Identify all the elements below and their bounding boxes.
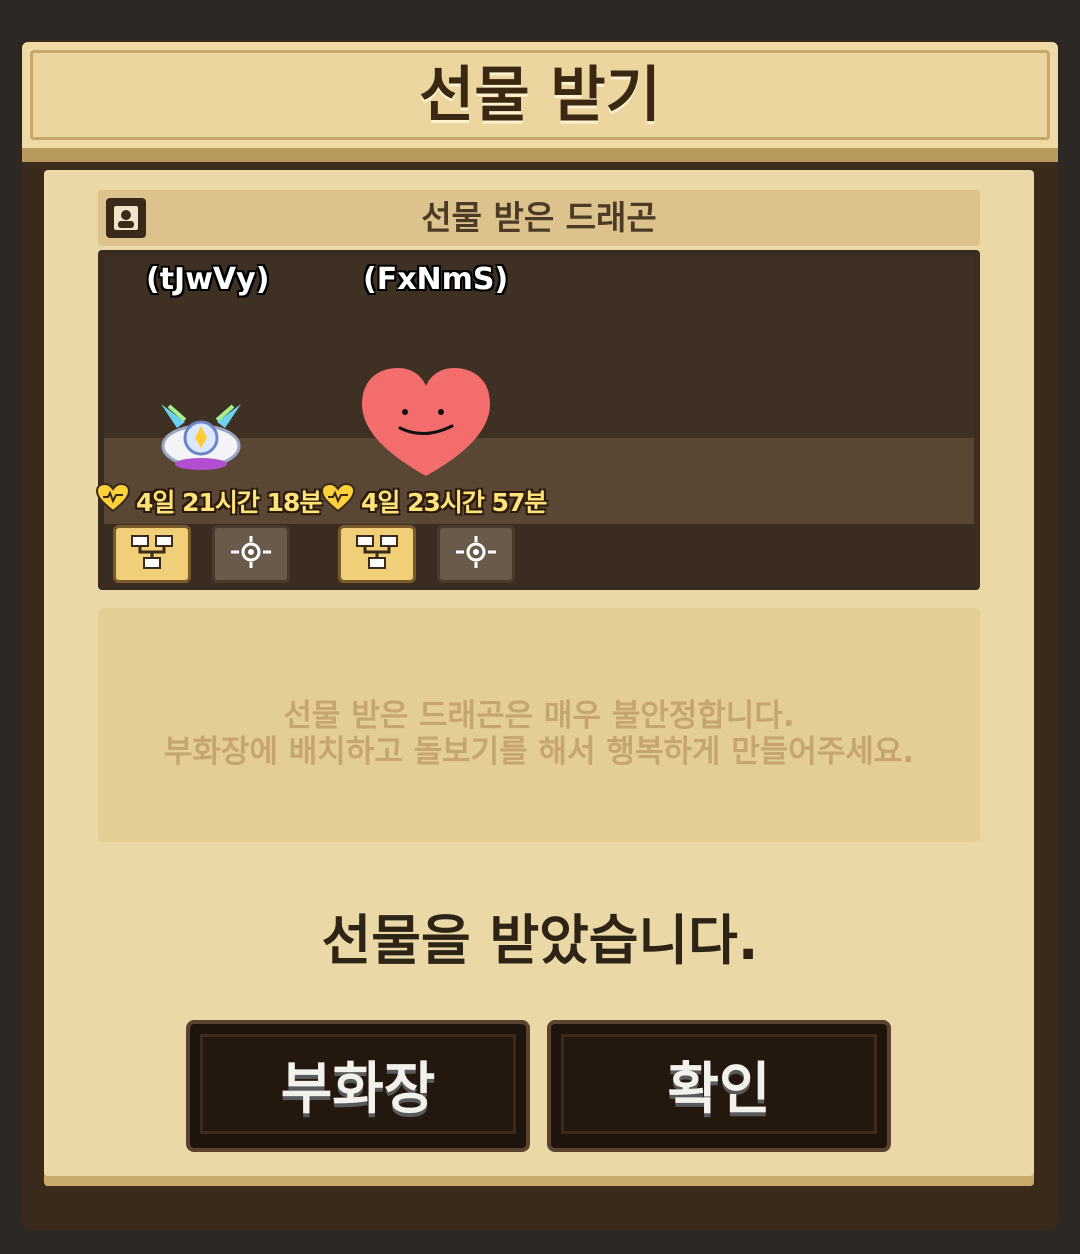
target-icon <box>454 534 498 574</box>
dragon-timer-2-text: 4일 23시간 57분 <box>361 488 547 517</box>
dragon-sprite-1[interactable] <box>155 398 247 478</box>
section-title: 선물 받은 드래곤 <box>421 198 657 237</box>
message-line-2: 부화장에 배치하고 돌보기를 해서 행복하게 만들어주세요. <box>163 734 915 770</box>
dragon-1-tree-button[interactable] <box>113 525 191 583</box>
dragon-name-2: (FxNmS) <box>363 262 509 297</box>
heart-icon <box>320 482 356 519</box>
tree-icon <box>130 534 174 574</box>
dragon-sprite-2[interactable] <box>360 364 492 484</box>
hatchery-button[interactable]: 부화장 <box>186 1020 530 1152</box>
status-message: 선물을 받았습니다. <box>321 909 759 972</box>
dragon-2-target-button[interactable] <box>437 525 515 583</box>
heart-icon <box>95 482 131 519</box>
target-icon <box>229 534 273 574</box>
tree-icon <box>355 534 399 574</box>
dragon-timer-2: 4일 23시간 57분 <box>320 482 547 519</box>
dragon-timer-1: 4일 21시간 18분 <box>95 482 322 519</box>
title-bar: 선물 받기 <box>22 42 1058 162</box>
dragon-2-tree-button[interactable] <box>338 525 416 583</box>
dragon-name-1: (tJwVy) <box>146 262 270 297</box>
dragon-timer-1-text: 4일 21시간 18분 <box>136 488 322 517</box>
hatchery-button-label: 부화장 <box>280 1056 436 1122</box>
confirm-button[interactable]: 확인 <box>547 1020 891 1152</box>
dialog-title: 선물 받기 <box>419 60 661 131</box>
hatchery-button-inner: 부화장 <box>200 1034 516 1134</box>
dragon-1-target-button[interactable] <box>212 525 290 583</box>
confirm-button-label: 확인 <box>667 1056 771 1122</box>
confirm-button-inner: 확인 <box>561 1034 877 1134</box>
